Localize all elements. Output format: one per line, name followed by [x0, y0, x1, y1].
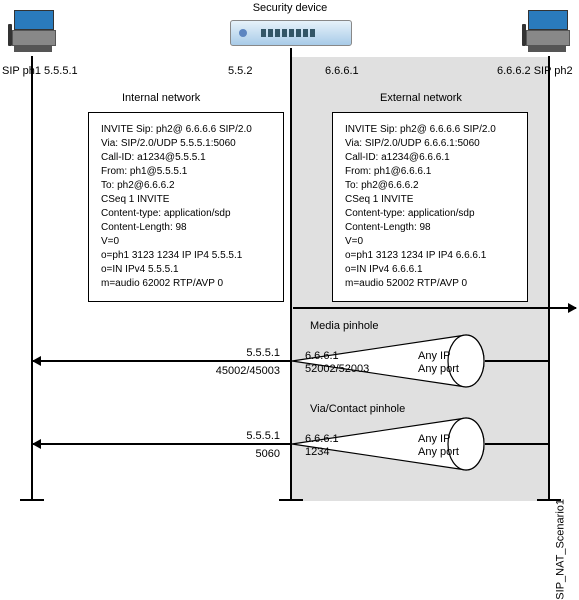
media-cone-line [485, 360, 548, 362]
via-any-ip: Any IPAny port [418, 433, 459, 459]
media-right-seg: 6.6.6.152002/52003 [305, 350, 369, 376]
via-arrow-left [33, 443, 291, 445]
msg-line: V=0 [101, 235, 271, 249]
msg-line: Via: SIP/2.0/UDP 5.5.5.1:5060 [101, 137, 271, 151]
title: Security device [200, 2, 380, 14]
left-phone-label: SIP ph1 5.5.5.1 [2, 65, 78, 77]
msg-line: Call-ID: a1234@6.6.6.1 [345, 151, 515, 165]
msg-line: CSeq 1 INVITE [101, 193, 271, 207]
msg-line: o=IN IPv4 5.5.5.1 [101, 263, 271, 277]
phone-left-icon [8, 10, 58, 52]
arrow-invite-right [293, 307, 576, 309]
media-left-seg: 5.5.5.1 [180, 347, 280, 359]
via-right-seg: 6.6.6.11234 [305, 433, 339, 459]
external-sip-message: INVITE Sip: ph2@ 6.6.6.6 SIP/2.0 Via: SI… [332, 112, 528, 302]
msg-line: o=ph1 3123 1234 IP IP4 6.6.6.1 [345, 249, 515, 263]
via-pinhole-label: Via/Contact pinhole [310, 403, 405, 415]
media-arrow-left [33, 360, 291, 362]
msg-line: Via: SIP/2.0/UDP 6.6.6.1:5060 [345, 137, 515, 151]
internal-sip-message: INVITE Sip: ph2@ 6.6.6.6 SIP/2.0 Via: SI… [88, 112, 284, 302]
msg-line: Call-ID: a1234@5.5.5.1 [101, 151, 271, 165]
msg-line: From: ph1@5.5.5.1 [101, 165, 271, 179]
switch-ip-left: 5.5.2 [228, 65, 252, 77]
lifeline-ph1 [31, 56, 33, 501]
msg-line: INVITE Sip: ph2@ 6.6.6.6 SIP/2.0 [101, 123, 271, 137]
diagram-canvas: Security device SIP ph1 5.5.5.1 6.6.6.2 … [0, 0, 579, 509]
via-cone-line [485, 443, 548, 445]
msg-line: INVITE Sip: ph2@ 6.6.6.6 SIP/2.0 [345, 123, 515, 137]
msg-line: Content-type: application/sdp [101, 207, 271, 221]
external-network-label: External network [380, 92, 462, 104]
msg-line: o=IN IPv4 6.6.6.1 [345, 263, 515, 277]
msg-line: CSeq 1 INVITE [345, 193, 515, 207]
msg-line: To: ph2@6.6.6.2 [101, 179, 271, 193]
msg-line: m=audio 62002 RTP/AVP 0 [101, 277, 271, 291]
msg-line: Content-type: application/sdp [345, 207, 515, 221]
lifeline-ph2 [548, 56, 550, 501]
msg-line: From: ph1@6.6.6.1 [345, 165, 515, 179]
switch-ip-right: 6.6.6.1 [325, 65, 359, 77]
media-left-ports: 45002/45003 [180, 365, 280, 377]
media-any-ip: Any IPAny port [418, 350, 459, 376]
security-device-icon [230, 20, 352, 46]
via-left-port: 5060 [180, 448, 280, 460]
msg-line: To: ph2@6.6.6.2 [345, 179, 515, 193]
phone-right-icon [522, 10, 572, 52]
right-phone-label: 6.6.6.2 SIP ph2 [497, 65, 573, 77]
msg-line: o=ph1 3123 1234 IP IP4 5.5.5.1 [101, 249, 271, 263]
msg-line: Content-Length: 98 [101, 221, 271, 235]
msg-line: V=0 [345, 235, 515, 249]
figure-reference: SIP_NAT_Scenario1 [555, 499, 567, 600]
msg-line: Content-Length: 98 [345, 221, 515, 235]
internal-network-label: Internal network [122, 92, 200, 104]
msg-line: m=audio 52002 RTP/AVP 0 [345, 277, 515, 291]
via-left-ip: 5.5.5.1 [180, 430, 280, 442]
media-pinhole-label: Media pinhole [310, 320, 379, 332]
